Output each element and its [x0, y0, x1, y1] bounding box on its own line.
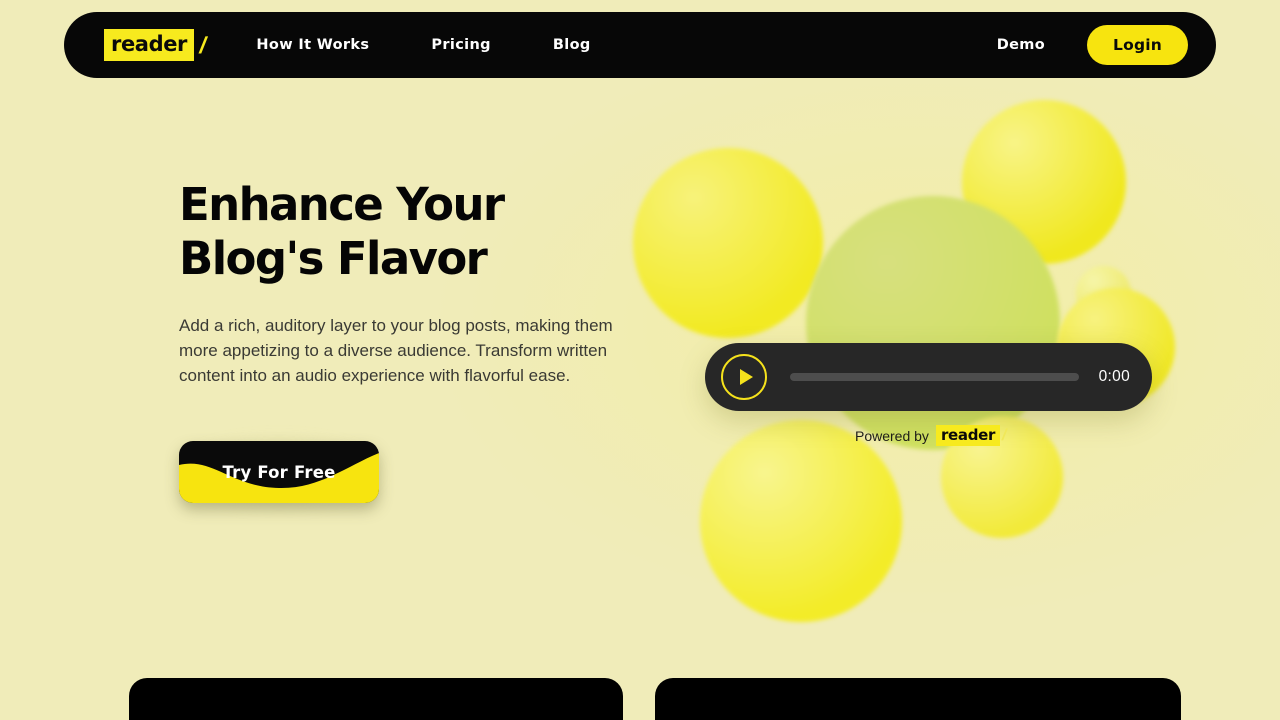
blob-bottom-large: [700, 420, 902, 622]
login-button[interactable]: Login: [1087, 25, 1188, 65]
play-button[interactable]: [721, 354, 767, 400]
brand-logo[interactable]: reader /: [104, 29, 210, 61]
nav-link-blog[interactable]: Blog: [553, 37, 591, 53]
blob-large-left: [633, 148, 823, 338]
blob-top-right: [962, 100, 1126, 264]
audio-time-label: 0:00: [1098, 368, 1130, 385]
try-for-free-button[interactable]: Try For Free: [179, 441, 379, 504]
hero-subtitle: Add a rich, auditory layer to your blog …: [179, 315, 613, 386]
powered-by-logo-text: reader: [935, 425, 1001, 447]
feature-card-right[interactable]: [655, 678, 1181, 720]
landing-page: reader / How It Works Pricing Blog Demo …: [0, 0, 1280, 720]
blob-center-green: [806, 196, 1060, 450]
brand-logo-text: reader: [104, 29, 195, 61]
main-navbar: reader / How It Works Pricing Blog Demo …: [64, 12, 1216, 78]
audio-player: 0:00: [705, 343, 1152, 411]
play-triangle-icon: [739, 369, 753, 385]
hero-content: Enhance Your Blog's Flavor Add a rich, a…: [171, 178, 649, 512]
powered-by-logo[interactable]: reader /: [935, 425, 1009, 447]
nav-link-pricing[interactable]: Pricing: [431, 37, 490, 53]
nav-links: How It Works Pricing Blog: [256, 37, 590, 53]
cta-label: Try For Free: [222, 462, 336, 482]
brand-logo-slash-icon: /: [197, 31, 210, 58]
nav-link-how-it-works[interactable]: How It Works: [256, 37, 369, 53]
cta-wrapper: Try For Free: [171, 435, 387, 512]
nav-link-demo[interactable]: Demo: [997, 37, 1045, 53]
feature-card-left[interactable]: [129, 678, 623, 720]
powered-by-logo-slash-icon: /: [1000, 426, 1009, 444]
powered-by-text: Powered by: [855, 427, 929, 444]
powered-by-badge: Powered by reader /: [855, 425, 1009, 447]
audio-progress-bar[interactable]: [790, 373, 1079, 381]
nav-actions: Demo Login: [997, 25, 1188, 65]
blob-small-pale: [1076, 266, 1131, 321]
hero-title: Enhance Your Blog's Flavor: [179, 178, 505, 286]
